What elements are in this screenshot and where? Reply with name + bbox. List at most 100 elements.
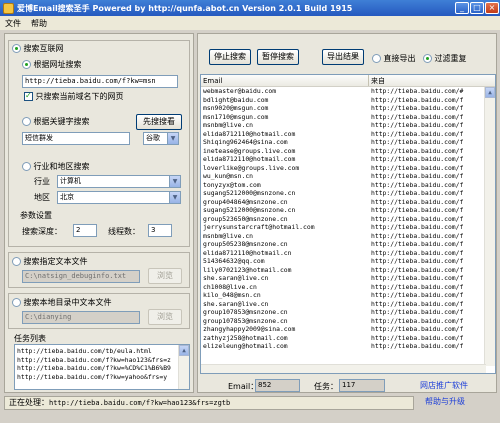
table-row[interactable]: inetease@groups.live.com http://tieba.bai… xyxy=(201,147,495,156)
threads-input[interactable]: 3 xyxy=(148,224,172,237)
table-row[interactable]: ch1008@live.cn http://tieba.baidu.com/f xyxy=(201,283,495,292)
search-dir-radio[interactable] xyxy=(12,298,21,307)
search-file-radio[interactable] xyxy=(12,257,21,266)
results-table[interactable]: Email 来自 webmaster@baidu.com http://tieba… xyxy=(200,74,496,374)
stop-search-button[interactable]: 停止搜索 xyxy=(209,49,251,65)
browse-file-button[interactable]: 浏览 xyxy=(148,268,182,284)
results-scrollbar[interactable]: ▲ xyxy=(484,87,495,366)
table-row[interactable]: msn9020@msgun.com http://tieba.baidu.com/… xyxy=(201,104,495,113)
close-button[interactable]: × xyxy=(485,2,499,14)
depth-input[interactable]: 2 xyxy=(73,224,97,237)
engine-select[interactable]: 谷歌 ▼ xyxy=(143,132,179,145)
table-row[interactable]: bdlight@baidu.com http://tieba.baidu.com/… xyxy=(201,96,495,105)
table-row[interactable]: elida8712110@hotmail.cn http://tieba.baid… xyxy=(201,249,495,258)
list-item[interactable]: http://tieba.baidu.com/tb/eula.html xyxy=(15,347,189,356)
minimize-button[interactable]: _ xyxy=(455,2,469,14)
source-cell: http://tieba.baidu.com/f xyxy=(371,163,464,172)
dir-path-input[interactable]: C:\dianying xyxy=(22,311,140,324)
table-row[interactable]: webmaster@baidu.com http://tieba.baidu.co… xyxy=(201,87,495,96)
table-row[interactable]: msnbm@live.cn http://tieba.baidu.com/f xyxy=(201,232,495,241)
search-internet-radio[interactable] xyxy=(12,44,21,53)
email-cell: lily0702123@hotmail.com xyxy=(203,265,292,274)
url-input[interactable]: http://tieba.baidu.com/f?kw=msn xyxy=(22,75,178,88)
pause-search-button[interactable]: 暂停搜索 xyxy=(257,49,299,65)
email-count: 852 xyxy=(255,379,300,392)
direct-export-label: 直接导出 xyxy=(383,54,416,63)
table-row[interactable]: zhangyhappy2009@sina.com http://tieba.bai… xyxy=(201,325,495,334)
by-keyword-option[interactable]: 根据关键字搜索 xyxy=(22,116,90,127)
search-internet-option[interactable]: 搜索互联网 xyxy=(12,43,64,54)
keyword-input[interactable]: 短信群发 xyxy=(22,132,130,145)
table-row[interactable]: group505238@msnzone.cn http://tieba.baidu… xyxy=(201,240,495,249)
email-cell: group523650@msnzone.cn xyxy=(203,214,288,223)
help-upgrade-link[interactable]: 帮助与升级 xyxy=(425,396,465,407)
table-row[interactable]: tonyzyx@tom.com http://tieba.baidu.com/f xyxy=(201,181,495,190)
table-row[interactable]: elida8712110@hotmail.com http://tieba.bai… xyxy=(201,155,495,164)
table-row[interactable]: msnbm@live.cn http://tieba.baidu.com/f xyxy=(201,121,495,130)
only-domain-option[interactable]: 只搜索当前域名下的网页 xyxy=(24,91,124,102)
by-region-radio[interactable] xyxy=(22,162,31,171)
by-keyword-radio[interactable] xyxy=(22,117,31,126)
email-cell: sugang5212000@msnzone.cn xyxy=(203,189,296,197)
table-row[interactable]: she.saran@live.cn http://tieba.baidu.com/… xyxy=(201,300,495,309)
list-item[interactable]: http://tieba.baidu.com/f?kw=%CD%C1%B6%B9 xyxy=(15,364,189,373)
by-url-radio[interactable] xyxy=(22,60,31,69)
col-email-header[interactable]: Email xyxy=(201,75,369,86)
table-row[interactable]: sugang5212000@msnzone.cn http://tieba.bai… xyxy=(201,206,495,215)
col-source-header[interactable]: 来自 xyxy=(369,75,495,86)
export-results-button[interactable]: 导出结果 xyxy=(322,49,364,65)
source-cell: http://tieba.baidu.com/f xyxy=(371,240,464,248)
table-row[interactable]: loverlike@groups.live.com http://tieba.ba… xyxy=(201,164,495,173)
list-item[interactable]: http://tieba.baidu.com/f?kw=hao123&frs=z xyxy=(15,356,189,365)
table-row[interactable]: lily0702123@hotmail.com http://tieba.baid… xyxy=(201,266,495,275)
email-cell: ch1008@live.cn xyxy=(203,282,257,291)
source-cell: http://tieba.baidu.com/f xyxy=(371,248,464,257)
depth-label: 搜索深度： xyxy=(22,227,62,236)
table-row[interactable]: msn1710@msgun.com http://tieba.baidu.com/… xyxy=(201,113,495,122)
table-row[interactable]: group107853@msnzone.cn http://tieba.baidu… xyxy=(201,308,495,317)
direct-export-option[interactable]: 直接导出 xyxy=(372,53,416,64)
browse-dir-button[interactable]: 浏览 xyxy=(148,309,182,325)
filter-duplicates-option[interactable]: 过滤重复 xyxy=(423,53,467,64)
table-row[interactable]: group107853@msnzone.cn http://tieba.baidu… xyxy=(201,317,495,326)
search-dir-option[interactable]: 搜索本地目录中文本文件 xyxy=(12,297,112,308)
filter-duplicates-radio[interactable] xyxy=(423,54,432,63)
only-domain-checkbox[interactable] xyxy=(24,91,33,101)
menu-file[interactable]: 文件 xyxy=(0,18,26,29)
by-region-option[interactable]: 行业和地区搜索 xyxy=(22,161,90,172)
maximize-button[interactable]: □ xyxy=(470,2,484,14)
source-cell: http://tieba.baidu.com/f xyxy=(371,223,464,231)
email-cell: msnbm@live.cn xyxy=(203,231,254,240)
promo-link[interactable]: 网店推广软件 xyxy=(420,380,468,391)
direct-export-radio[interactable] xyxy=(372,54,381,63)
by-region-label: 行业和地区搜索 xyxy=(33,162,90,171)
chevron-down-icon[interactable]: ▼ xyxy=(167,133,178,144)
task-list-scrollbar[interactable]: ▲ xyxy=(178,345,189,389)
table-row[interactable]: sugang5212000@msnzone.cn http://tieba.bai… xyxy=(201,189,495,198)
table-row[interactable]: elida8712110@hotmail.com http://tieba.bai… xyxy=(201,130,495,139)
table-row[interactable]: zathyzj258@hotmail.com http://tieba.baidu… xyxy=(201,334,495,343)
by-url-option[interactable]: 根据网址搜索 xyxy=(22,59,82,70)
table-row[interactable]: elizeleung@hotmail.com http://tieba.baidu… xyxy=(201,342,495,351)
task-list[interactable]: http://tieba.baidu.com/tb/eula.html http… xyxy=(14,344,190,390)
menu-help[interactable]: 帮助 xyxy=(26,18,52,29)
table-row[interactable]: jerrysunstarcraft@hotmail.com http://tieb… xyxy=(201,223,495,232)
chevron-down-icon[interactable]: ▼ xyxy=(169,192,180,203)
preview-search-button[interactable]: 先搜搜看 xyxy=(136,114,182,130)
table-row[interactable]: kilo_048@msn.cn http://tieba.baidu.com/f xyxy=(201,291,495,300)
table-row[interactable]: group404864@msnzone.cn http://tieba.baidu… xyxy=(201,198,495,207)
industry-select[interactable]: 计算机 ▼ xyxy=(57,175,181,188)
list-item[interactable]: http://tieba.baidu.com/f?kw=yahoo&frs=y xyxy=(15,373,189,382)
table-row[interactable]: Shiqing962464@sina.com http://tieba.baidu… xyxy=(201,138,495,147)
results-hscrollbar[interactable] xyxy=(201,364,486,373)
table-row[interactable]: 514364632@qq.com http://tieba.baidu.com/f xyxy=(201,257,495,266)
table-row[interactable]: group523650@msnzone.cn http://tieba.baidu… xyxy=(201,215,495,224)
email-cell: Shiqing962464@sina.com xyxy=(203,138,288,146)
chevron-down-icon[interactable]: ▼ xyxy=(169,176,180,187)
region-select[interactable]: 北京 ▼ xyxy=(57,191,181,204)
search-file-option[interactable]: 搜索指定文本文件 xyxy=(12,256,88,267)
table-row[interactable]: she.saran@live.cn http://tieba.baidu.com/… xyxy=(201,274,495,283)
table-row[interactable]: wu_kun@msn.cn http://tieba.baidu.com/f xyxy=(201,172,495,181)
task-list-label: 任务列表 xyxy=(14,334,46,343)
file-path-input[interactable]: C:\natsign_debuginfo.txt xyxy=(22,270,140,283)
